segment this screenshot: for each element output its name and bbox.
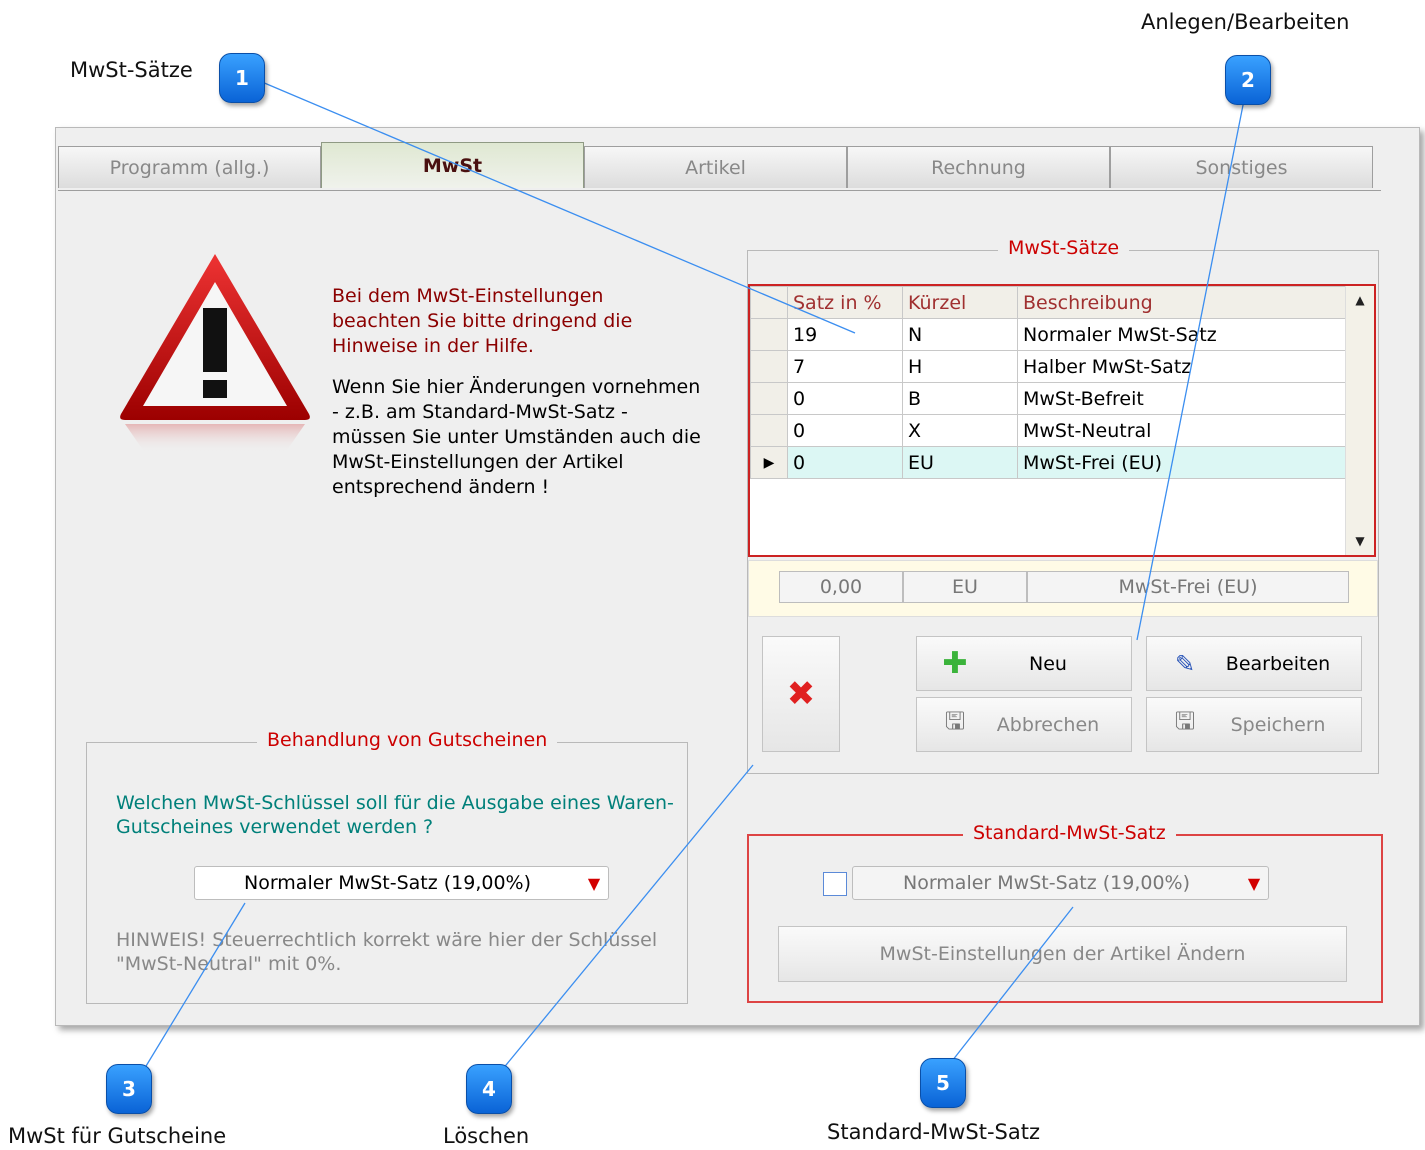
save-button[interactable]: 🖫 Speichern: [1146, 697, 1362, 752]
callout-badge-3: 3: [106, 1064, 152, 1114]
callout-label-2: Anlegen/Bearbeiten: [1141, 10, 1350, 34]
save-button-label: Speichern: [1230, 713, 1326, 736]
tab-programm[interactable]: Programm (allg.): [58, 146, 321, 188]
cell-rate[interactable]: 19: [787, 318, 903, 351]
tab-bar: Programm (allg.) MwSt Artikel Rechnung S…: [58, 142, 1373, 190]
row-indicator: [750, 318, 788, 351]
callout-label-1: MwSt-Sätze: [70, 58, 193, 82]
plus-icon: ✚: [942, 646, 968, 681]
callout-badge-5: 5: [920, 1058, 966, 1108]
row-indicator: [750, 414, 788, 447]
disk-cancel-icon: 🖫: [944, 707, 966, 735]
tab-rechnung[interactable]: Rechnung: [847, 146, 1110, 188]
cell-code[interactable]: N: [902, 318, 1018, 351]
voucher-rate-select[interactable]: Normaler MwSt-Satz (19,00%) ▼: [194, 866, 609, 900]
rate-edit-row: 0,00 EU MwSt-Frei (EU): [748, 560, 1378, 617]
cell-code[interactable]: X: [902, 414, 1018, 447]
table-row[interactable]: 0 B MwSt-Befreit: [750, 382, 1346, 415]
voucher-question-line: Gutscheines verwendet werden ?: [116, 816, 434, 838]
cell-rate[interactable]: 7: [787, 350, 903, 383]
cell-rate[interactable]: 0: [787, 414, 903, 447]
col-kuerzel[interactable]: Kürzel: [902, 286, 1018, 319]
warning-icon: [120, 254, 310, 453]
warning-line: Bei dem MwSt-Einstellungen: [332, 285, 604, 307]
callout-badge-1: 1: [219, 53, 265, 103]
cell-code[interactable]: B: [902, 382, 1018, 415]
voucher-group-title: Behandlung von Gutscheinen: [257, 729, 558, 751]
edit-code-field[interactable]: EU: [903, 571, 1027, 603]
warning-line: entsprechend ändern !: [332, 476, 550, 498]
edit-rate-field[interactable]: 0,00: [779, 571, 903, 603]
edit-button-label: Bearbeiten: [1225, 652, 1331, 675]
pencil-icon: ✎: [1174, 649, 1196, 678]
cell-desc[interactable]: MwSt-Neutral: [1017, 414, 1346, 447]
callout-label-5: Standard-MwSt-Satz: [827, 1120, 1041, 1144]
callout-label-4: Löschen: [443, 1124, 530, 1148]
table-row-selected[interactable]: ▶ 0 EU MwSt-Frei (EU): [750, 446, 1346, 479]
cell-desc[interactable]: MwSt-Befreit: [1017, 382, 1346, 415]
cell-desc[interactable]: MwSt-Frei (EU): [1017, 446, 1346, 479]
rates-table: Satz in % Kürzel Beschreibung 19 N Norma…: [750, 286, 1346, 479]
rates-group-title: MwSt-Sätze: [998, 237, 1130, 259]
delete-button[interactable]: ✖: [762, 636, 840, 752]
voucher-hint-line: HINWEIS! Steuerrechtlich korrekt wäre hi…: [116, 929, 658, 951]
warning-line: Wenn Sie hier Änderungen vornehmen: [332, 376, 701, 398]
voucher-question: Welchen MwSt-Schlüssel soll für die Ausg…: [116, 791, 674, 839]
cell-desc[interactable]: Halber MwSt-Satz: [1017, 350, 1346, 383]
disk-icon: 🖫: [1174, 707, 1196, 735]
tab-mwst[interactable]: MwSt: [321, 142, 584, 188]
cell-rate[interactable]: 0: [787, 382, 903, 415]
apply-to-articles-label: MwSt-Einstellungen der Artikel Ändern: [879, 943, 1246, 965]
voucher-question-line: Welchen MwSt-Schlüssel soll für die Ausg…: [116, 792, 674, 814]
delete-icon: ✖: [786, 674, 816, 714]
standard-rate-group-title: Standard-MwSt-Satz: [963, 822, 1176, 844]
new-button[interactable]: ✚ Neu: [916, 636, 1132, 691]
tab-sonstiges[interactable]: Sonstiges: [1110, 146, 1373, 188]
warning-text: Wenn Sie hier Änderungen vornehmen - z.B…: [332, 375, 701, 500]
table-row[interactable]: 19 N Normaler MwSt-Satz: [750, 318, 1346, 351]
row-indicator-arrow-icon: ▶: [750, 446, 788, 479]
cell-code[interactable]: H: [902, 350, 1018, 383]
scroll-down-icon[interactable]: ▼: [1346, 527, 1374, 555]
row-indicator: [750, 350, 788, 383]
warning-line: - z.B. am Standard-MwSt-Satz -: [332, 401, 628, 423]
table-row[interactable]: 0 X MwSt-Neutral: [750, 414, 1346, 447]
tab-artikel[interactable]: Artikel: [584, 146, 847, 188]
callout-badge-2: 2: [1225, 55, 1271, 105]
callout-label-3: MwSt für Gutscheine: [8, 1124, 227, 1148]
grid-scrollbar[interactable]: ▲ ▼: [1345, 286, 1374, 555]
voucher-hint-line: "MwSt-Neutral" mit 0%.: [116, 953, 342, 975]
table-header: Satz in % Kürzel Beschreibung: [750, 286, 1346, 319]
standard-rate-value: Normaler MwSt-Satz (19,00%): [902, 872, 1191, 894]
col-satz[interactable]: Satz in %: [787, 286, 903, 319]
standard-rate-select[interactable]: Normaler MwSt-Satz (19,00%) ▼: [852, 866, 1269, 900]
chevron-down-icon[interactable]: ▼: [580, 874, 608, 893]
row-indicator-header: [750, 286, 788, 319]
voucher-hint: HINWEIS! Steuerrechtlich korrekt wäre hi…: [116, 928, 657, 976]
cell-rate[interactable]: 0: [787, 446, 903, 479]
new-button-label: Neu: [1029, 652, 1067, 675]
edit-desc-field[interactable]: MwSt-Frei (EU): [1027, 571, 1349, 603]
warning-line: MwSt-Einstellungen der Artikel: [332, 451, 624, 473]
row-indicator: [750, 382, 788, 415]
callout-badge-4: 4: [466, 1064, 512, 1114]
cell-desc[interactable]: Normaler MwSt-Satz: [1017, 318, 1346, 351]
standard-rate-checkbox[interactable]: [823, 872, 847, 896]
col-beschreibung[interactable]: Beschreibung: [1017, 286, 1346, 319]
apply-to-articles-button[interactable]: MwSt-Einstellungen der Artikel Ändern: [778, 926, 1347, 982]
warning-line: müssen Sie unter Umständen auch die: [332, 426, 701, 448]
warning-line: Hinweise in der Hilfe.: [332, 335, 534, 357]
chevron-down-icon[interactable]: ▼: [1240, 874, 1268, 893]
voucher-rate-value: Normaler MwSt-Satz (19,00%): [243, 872, 532, 894]
warning-red-text: Bei dem MwSt-Einstellungen beachten Sie …: [332, 284, 632, 359]
rates-grid[interactable]: Satz in % Kürzel Beschreibung 19 N Norma…: [748, 284, 1376, 557]
table-row[interactable]: 7 H Halber MwSt-Satz: [750, 350, 1346, 383]
edit-button[interactable]: ✎ Bearbeiten: [1146, 636, 1362, 691]
warning-line: beachten Sie bitte dringend die: [332, 310, 633, 332]
cancel-button-label: Abbrechen: [996, 713, 1100, 736]
cell-code[interactable]: EU: [902, 446, 1018, 479]
cancel-button[interactable]: 🖫 Abbrechen: [916, 697, 1132, 752]
scroll-up-icon[interactable]: ▲: [1346, 286, 1374, 314]
